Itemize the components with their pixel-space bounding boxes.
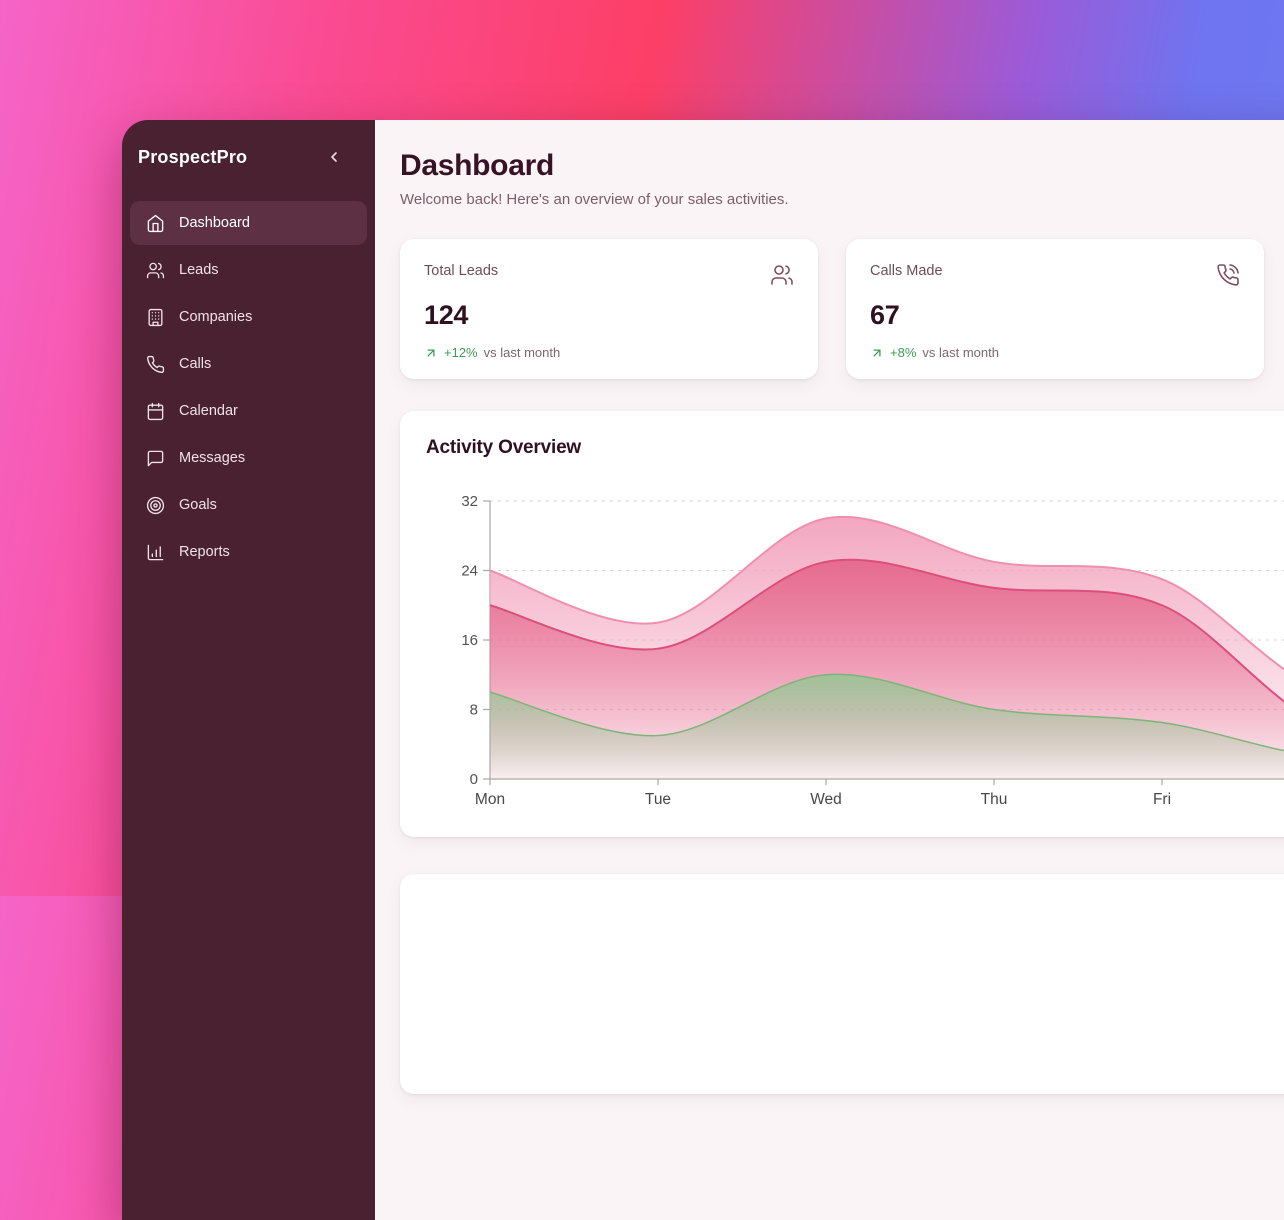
stat-change-percent: +8% (890, 345, 916, 360)
stat-change-suffix: vs last month (484, 345, 561, 360)
y-tick-label: 24 (461, 563, 478, 580)
y-tick-label: 32 (461, 493, 478, 510)
stat-card-top: Calls Made (870, 263, 1240, 292)
phone-icon (146, 355, 165, 374)
y-tick-label: 0 (470, 771, 478, 788)
sidebar-item-label: Leads (179, 262, 219, 278)
sidebar-item-messages[interactable]: Messages (130, 436, 367, 480)
sidebar-item-label: Messages (179, 450, 245, 466)
stat-change-suffix: vs last month (922, 345, 999, 360)
stats-row: Total Leads124+12%vs last monthCalls Mad… (400, 239, 1284, 379)
phone-call-icon (1216, 263, 1240, 287)
x-tick-label: Wed (810, 791, 842, 808)
activity-overview-card: Activity Overview 0 8 16 24 32 Mon Tue Wed Thu Fr… (400, 411, 1284, 837)
x-tick-label: Mon (475, 791, 505, 808)
x-tick-label: Fri (1153, 791, 1171, 808)
sidebar-item-label: Goals (179, 497, 217, 513)
page-subtitle: Welcome back! Here's an overview of your… (400, 191, 1284, 208)
sidebar-collapse-button[interactable] (323, 146, 345, 168)
x-tick-label: Tue (645, 791, 671, 808)
sidebar-item-leads[interactable]: Leads (130, 248, 367, 292)
chart-title: Activity Overview (426, 437, 1284, 459)
stat-card-calls-made: Calls Made 67 +8% vs last month (846, 239, 1264, 379)
target-icon (146, 496, 165, 515)
sidebar-item-label: Dashboard (179, 215, 250, 231)
stat-icon-wrap (770, 263, 794, 292)
app-window: ProspectPro Dashboard Leads Companies Calls… (122, 120, 1284, 1220)
message-icon (146, 449, 165, 468)
sidebar-item-label: Reports (179, 544, 230, 560)
calendar-icon (146, 402, 165, 421)
sidebar-item-label: Companies (179, 309, 252, 325)
users-icon (146, 261, 165, 280)
main-content: Dashboard Welcome back! Here's an overvi… (375, 120, 1284, 1220)
stat-card-total-leads: Total Leads 124 +12% vs last month (400, 239, 818, 379)
chevron-left-icon (326, 149, 342, 165)
stat-icon-wrap (1216, 263, 1240, 292)
stat-value: 67 (870, 300, 1240, 331)
stat-label: Total Leads (424, 263, 498, 279)
sidebar-item-reports[interactable]: Reports (130, 530, 367, 574)
sidebar-nav: Dashboard Leads Companies Calls Calendar Mess… (130, 201, 367, 574)
activity-overview-chart: 08162432MonTueWedThuFriSatSun (426, 467, 1284, 811)
arrow-up-right-icon (424, 346, 438, 360)
next-section-card-partial (400, 874, 1284, 1094)
bar-chart-icon (146, 543, 165, 562)
stat-label: Calls Made (870, 263, 943, 279)
sidebar-item-companies[interactable]: Companies (130, 295, 367, 339)
x-tick-label: Thu (981, 791, 1008, 808)
sidebar-item-dashboard[interactable]: Dashboard (130, 201, 367, 245)
users-icon (770, 263, 794, 287)
sidebar-item-label: Calendar (179, 403, 238, 419)
home-icon (146, 214, 165, 233)
sidebar: ProspectPro Dashboard Leads Companies Calls… (122, 120, 375, 1220)
stat-card-top: Total Leads (424, 263, 794, 292)
stat-change: +8% vs last month (870, 345, 1240, 360)
stat-change: +12% vs last month (424, 345, 794, 360)
stat-change-percent: +12% (444, 345, 478, 360)
stat-value: 124 (424, 300, 794, 331)
sidebar-item-calls[interactable]: Calls (130, 342, 367, 386)
sidebar-item-goals[interactable]: Goals (130, 483, 367, 527)
page-title: Dashboard (400, 148, 1284, 184)
sidebar-header: ProspectPro (130, 146, 367, 168)
arrow-up-right-icon (870, 346, 884, 360)
y-tick-label: 8 (470, 702, 478, 719)
y-tick-label: 16 (461, 632, 478, 649)
building-icon (146, 308, 165, 327)
sidebar-item-label: Calls (179, 356, 211, 372)
app-logo: ProspectPro (138, 147, 247, 168)
sidebar-item-calendar[interactable]: Calendar (130, 389, 367, 433)
